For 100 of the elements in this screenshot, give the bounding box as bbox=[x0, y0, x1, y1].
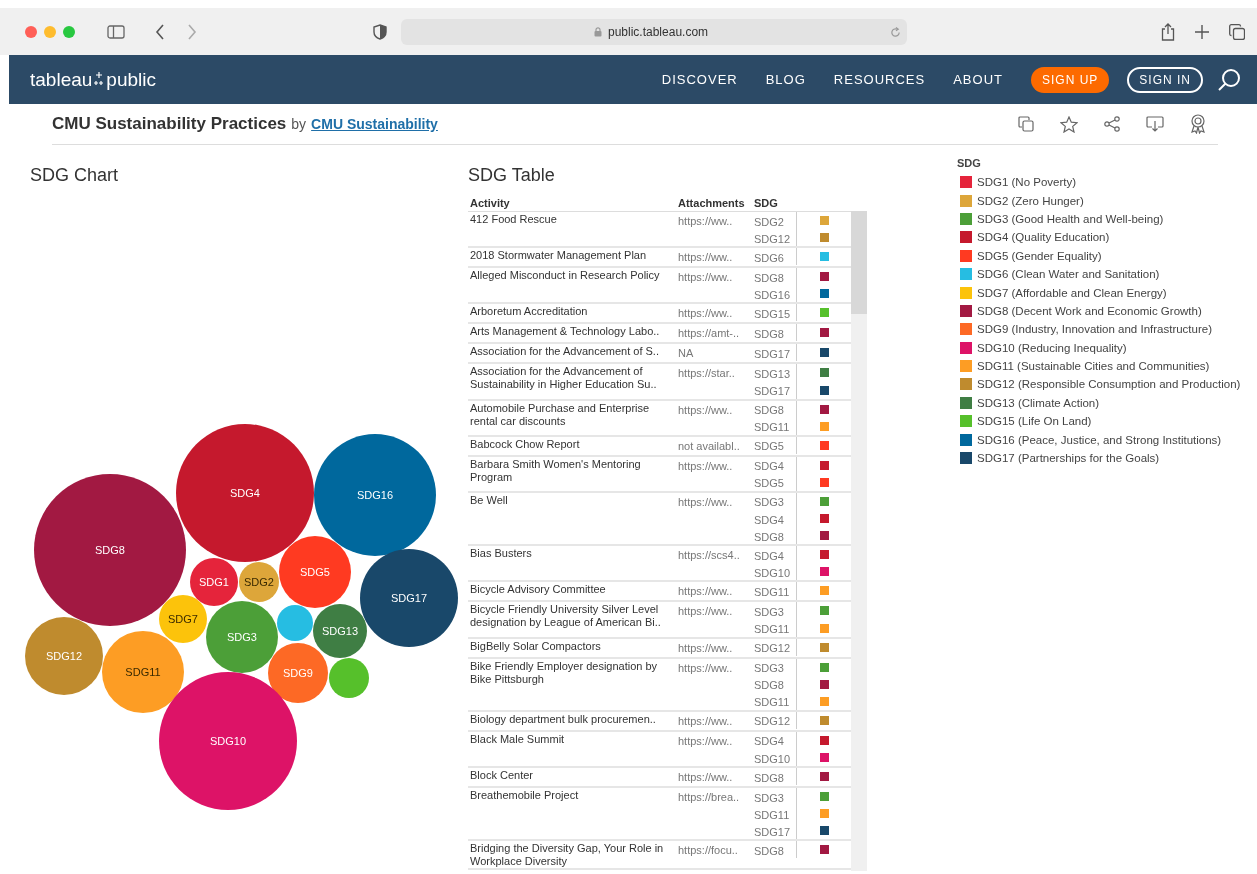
sdg-cell-text: SDG13 bbox=[754, 366, 792, 380]
sdg-bubble[interactable]: SDG2 bbox=[239, 562, 279, 602]
attachment-cell-text: https://ww.. bbox=[678, 640, 734, 656]
legend-label[interactable]: SDG2 (Zero Hunger) bbox=[977, 194, 1084, 207]
sdg-cell-text: SDG8 bbox=[754, 403, 785, 417]
sdg-bubble[interactable]: SDG4 bbox=[176, 424, 314, 562]
sdg-bubble[interactable]: SDG7 bbox=[159, 595, 207, 643]
activity-cell-text: Biology department bulk procuremen.. bbox=[470, 711, 657, 726]
sdg-bubble[interactable]: SDG1 bbox=[190, 558, 238, 606]
sdg-cell-text: SDG16 bbox=[754, 287, 792, 301]
sdg-bubble[interactable]: SDG11 bbox=[102, 631, 184, 713]
nav-link[interactable]: RESOURCES bbox=[833, 72, 926, 87]
legend-label[interactable]: SDG3 (Good Health and Well-being) bbox=[977, 212, 1164, 225]
attachment-cell-text: not availabl.. bbox=[678, 438, 741, 454]
activity-cell-text: Bicycle Friendly University Silver Level designation by League of American Bi.. bbox=[470, 602, 662, 630]
back-icon[interactable] bbox=[155, 23, 165, 40]
sdg-cell-text: SDG11 bbox=[754, 584, 791, 598]
legend-label[interactable]: SDG5 (Gender Equality) bbox=[977, 249, 1102, 262]
nav-link[interactable]: BLOG bbox=[765, 72, 806, 87]
column-header: Attachments bbox=[678, 197, 746, 211]
activity-cell-text: Bicycle Advisory Committee bbox=[470, 582, 607, 597]
scrollbar[interactable] bbox=[851, 211, 867, 871]
attachment-cell-text: https://focu.. bbox=[678, 843, 739, 859]
sdg-cell-text: SDG8 bbox=[754, 529, 785, 543]
sdg-bubble[interactable] bbox=[329, 658, 369, 698]
attachment-cell-text: https://ww.. bbox=[678, 402, 734, 418]
table-title: SDG Table bbox=[468, 165, 556, 187]
sdg-cell-text: SDG11 bbox=[754, 420, 791, 434]
attachment-cell-text: https://ww.. bbox=[678, 733, 734, 749]
scrollbar-thumb[interactable] bbox=[851, 211, 867, 314]
legend-label[interactable]: SDG1 (No Poverty) bbox=[977, 176, 1077, 189]
share-icon[interactable] bbox=[1161, 22, 1175, 41]
new-tab-icon[interactable] bbox=[1195, 24, 1209, 39]
activity-cell-text: Association for the Advancement of S.. bbox=[470, 344, 660, 359]
sdg-cell-text: SDG6 bbox=[754, 250, 785, 264]
sdg-bubble[interactable]: SDG17 bbox=[360, 549, 458, 647]
sdg-bubble[interactable]: SDG5 bbox=[279, 536, 351, 608]
sdg-cell-text: SDG3 bbox=[754, 604, 785, 618]
sdg-cell-text: SDG8 bbox=[754, 678, 785, 692]
share-icon[interactable] bbox=[1104, 116, 1120, 132]
star-icon[interactable] bbox=[1060, 115, 1078, 133]
nav-link[interactable]: ABOUT bbox=[953, 72, 1003, 87]
sdg-cell-text: SDG8 bbox=[754, 326, 785, 340]
legend-label[interactable]: SDG7 (Affordable and Clean Energy) bbox=[977, 286, 1167, 299]
award-icon[interactable] bbox=[1190, 114, 1206, 134]
attachment-cell-text: https://ww.. bbox=[678, 306, 734, 322]
shield-icon[interactable] bbox=[373, 23, 387, 40]
logo-text[interactable]: public bbox=[106, 68, 156, 91]
sdg-cell-text: SDG17 bbox=[754, 384, 792, 397]
attachment-cell-text: https://ww.. bbox=[678, 713, 734, 729]
legend-title: SDG bbox=[957, 157, 982, 169]
legend-label[interactable]: SDG11 (Sustainable Cities and Communities) bbox=[977, 360, 1210, 373]
legend-label[interactable]: SDG8 (Decent Work and Economic Growth) bbox=[977, 304, 1202, 317]
activity-cell-text: Bike Friendly Employer designation by Bike Pittsburgh bbox=[470, 658, 659, 686]
attachment-cell-text: https://star.. bbox=[678, 366, 736, 382]
address-bar[interactable]: public.tableau.com bbox=[401, 18, 907, 45]
close-window-icon[interactable] bbox=[25, 25, 37, 38]
sdg-cell-text: SDG8 bbox=[754, 770, 785, 784]
sdg-cell-text: SDG11 bbox=[754, 622, 791, 636]
legend-label[interactable]: SDG15 (Life On Land) bbox=[977, 415, 1092, 428]
sdg-cell-text: SDG11 bbox=[754, 807, 791, 821]
legend-label[interactable]: SDG17 (Partnerships for the Goals) bbox=[977, 452, 1160, 465]
attachment-cell-text: https://ww.. bbox=[678, 770, 734, 786]
tabs-overview-icon[interactable] bbox=[1229, 23, 1245, 40]
author-link[interactable]: CMU Sustainability bbox=[311, 116, 438, 132]
legend-label[interactable]: SDG4 (Quality Education) bbox=[977, 231, 1110, 244]
activity-cell-text: Automobile Purchase and Enterprise rental car discounts bbox=[470, 400, 651, 428]
copy-icon[interactable] bbox=[1018, 116, 1034, 132]
legend-label[interactable]: SDG16 (Peace, Justice, and Strong Institutions) bbox=[977, 433, 1222, 446]
sdg-cell-text: SDG11 bbox=[754, 695, 791, 709]
sign-in-button[interactable]: SIGN IN bbox=[1127, 66, 1203, 93]
legend-label[interactable]: SDG12 (Responsible Consumption and Production) bbox=[977, 378, 1241, 391]
column-header: SDG bbox=[754, 197, 779, 211]
activity-cell-text: Black Male Summit bbox=[470, 731, 566, 746]
sdg-cell-text: SDG10 bbox=[754, 565, 792, 579]
sdg-cell-text: SDG12 bbox=[754, 641, 792, 655]
nav-link[interactable]: DISCOVER bbox=[661, 72, 738, 87]
legend-label[interactable]: SDG9 (Industry, Innovation and Infrastructure) bbox=[977, 323, 1212, 336]
download-icon[interactable] bbox=[1146, 116, 1164, 132]
sidebar-icon[interactable] bbox=[107, 24, 125, 39]
url-text: public.tableau.com bbox=[608, 24, 709, 39]
activity-cell-text: 2018 Stormwater Management Plan bbox=[470, 248, 648, 263]
sdg-bubble[interactable]: SDG13 bbox=[313, 604, 367, 658]
sdg-cell-text: SDG3 bbox=[754, 495, 785, 509]
legend-label[interactable]: SDG13 (Climate Action) bbox=[977, 396, 1100, 409]
viz-title: CMU Sustainability Practices bbox=[52, 114, 287, 134]
logo-text[interactable]: tableau bbox=[30, 68, 93, 91]
sdg-cell-text: SDG17 bbox=[754, 346, 792, 360]
search-icon[interactable] bbox=[1217, 67, 1241, 92]
activity-cell-text: Alleged Misconduct in Research Policy bbox=[470, 268, 661, 283]
activity-cell-text: Bridging the Diversity Gap, Your Role in Workplace Diversity bbox=[470, 841, 665, 869]
attachment-cell-text: https://ww.. bbox=[678, 584, 734, 600]
legend-label[interactable]: SDG10 (Reducing Inequality) bbox=[977, 341, 1127, 354]
sdg-cell-text: SDG4 bbox=[754, 459, 785, 473]
activity-cell-text: Breathemobile Project bbox=[470, 788, 580, 803]
sdg-bubble[interactable]: SDG16 bbox=[314, 434, 436, 556]
sdg-cell-text: SDG5 bbox=[754, 439, 785, 453]
legend-label[interactable]: SDG6 (Clean Water and Sanitation) bbox=[977, 268, 1160, 281]
attachment-cell-text: https://ww.. bbox=[678, 660, 734, 676]
activity-cell-text: Barbara Smith Women's Mentoring Program bbox=[470, 456, 642, 484]
